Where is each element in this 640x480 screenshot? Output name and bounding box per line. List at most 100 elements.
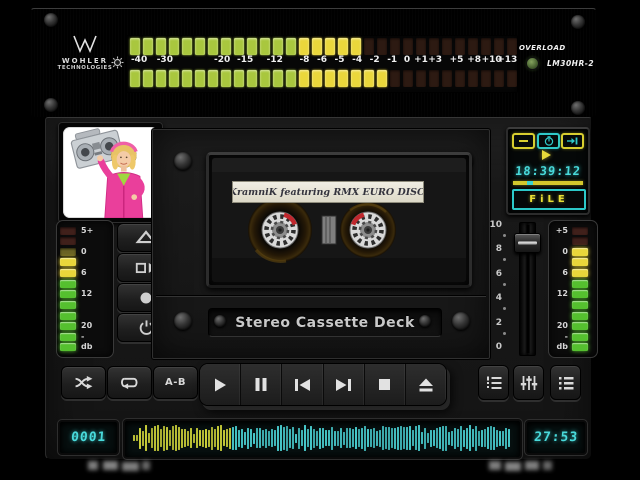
counter-value: 0001: [70, 430, 107, 445]
eject-icon: [418, 378, 433, 391]
pause-button[interactable]: [241, 364, 283, 405]
previous-button[interactable]: [282, 364, 324, 405]
minus-icon: [519, 140, 528, 142]
repeat-icon: [120, 377, 137, 390]
minimize-button[interactable]: [512, 133, 535, 149]
pitch-scale-label: 8: [495, 244, 502, 255]
vu-segment: [247, 70, 257, 87]
meter-row: [552, 311, 594, 320]
vu-segment: [143, 38, 153, 55]
pitch-scale-label: 4: [495, 293, 502, 304]
deck-divider-highlight: [156, 296, 486, 297]
shuffle-button[interactable]: [61, 366, 106, 399]
timer-button[interactable]: [537, 133, 560, 149]
waveform-bar: [175, 425, 177, 451]
reflection: [489, 461, 501, 470]
meter-led: [60, 237, 76, 246]
waveform-bar: [274, 430, 276, 446]
waveform-bar: [139, 427, 141, 449]
equalizer-button[interactable]: [513, 365, 544, 400]
name-plate: Stereo Cassette Deck: [208, 308, 442, 337]
waveform-bar: [253, 432, 255, 444]
waveform-display[interactable]: [123, 419, 522, 459]
meter-label: 12: [81, 289, 93, 299]
waveform-bar: [424, 427, 426, 449]
meter-led: [572, 322, 588, 331]
waveform-bar: [295, 433, 297, 443]
vu-segment: [208, 38, 218, 55]
meter-led: [572, 290, 588, 299]
vu-segment: [182, 38, 192, 55]
meter-led: [60, 290, 76, 299]
waveform-bar: [196, 428, 198, 448]
waveform-bar: [184, 429, 186, 447]
vu-meter: -40 -30 -20 -15 -12 -8 -6 -5 -4 -2 -1 0 +1 +3 +5 +8 +10 +…: [126, 35, 518, 93]
file-button[interactable]: FiLE: [512, 189, 586, 210]
deck-screw: [174, 152, 192, 170]
next-button[interactable]: [323, 364, 365, 405]
stop-button[interactable]: [364, 364, 406, 405]
vu-segment: [208, 70, 218, 87]
vu-segment: [143, 70, 153, 87]
pitch-scale-dot: [503, 282, 506, 286]
waveform-bar: [367, 429, 369, 447]
waveform-bar: [202, 429, 204, 447]
playlist-numbered-button[interactable]: [478, 365, 509, 400]
vu-segment: [273, 70, 283, 87]
skip-to-end-button[interactable]: [561, 133, 584, 149]
meter-row: [60, 311, 110, 320]
deck-screw: [174, 312, 192, 330]
waveform-bar: [292, 427, 294, 449]
vu-scale-label: 0: [403, 55, 411, 65]
clock-progress-bar[interactable]: [513, 181, 583, 185]
ab-repeat-button[interactable]: A-B: [153, 366, 198, 399]
meter-row: [552, 300, 594, 309]
vu-segment: [286, 38, 296, 55]
meter-row: -: [60, 332, 110, 341]
waveform-bar: [289, 428, 291, 448]
waveform-bar: [304, 425, 306, 451]
waveform-bar: [229, 427, 231, 449]
waveform-bar: [466, 427, 468, 449]
meter-label: -: [81, 331, 85, 341]
vu-scale-label: +1: [414, 55, 428, 65]
reflection: [122, 462, 139, 471]
vu-segment: [442, 70, 452, 87]
waveform-bar: [181, 428, 183, 448]
meter-label: 0: [562, 246, 568, 256]
meter-row: [60, 237, 110, 246]
meter-label: 6: [81, 268, 87, 277]
vu-segment: [169, 70, 179, 87]
waveform-bar: [487, 427, 489, 449]
waveform-bar: [226, 429, 228, 447]
cassette-reels: [212, 158, 466, 282]
waveform-bar: [235, 426, 237, 450]
waveform-bar: [262, 430, 264, 446]
vu-segment: [390, 70, 400, 87]
meter-led: [572, 300, 588, 309]
meter-row: +5: [552, 226, 594, 235]
meter-led: [60, 279, 76, 288]
vu-scale-label: -30: [156, 55, 173, 65]
vu-scale: -40 -30 -20 -15 -12 -8 -6 -5 -4 -2 -1 0 +1 +3 +5 +8 +10 +…: [127, 55, 518, 68]
repeat-button[interactable]: [107, 366, 152, 399]
waveform-bar: [343, 431, 345, 445]
meter-row: db: [552, 343, 594, 352]
play-button[interactable]: [200, 364, 242, 405]
vu-scale-label: +13: [497, 55, 518, 65]
vu-scale-label: -40: [130, 55, 148, 65]
vu-segment: [481, 38, 491, 55]
dimmer-sun-icon[interactable]: [111, 56, 124, 69]
eject-button[interactable]: [405, 364, 446, 405]
waveform-bar: [256, 428, 258, 448]
vu-segment: [416, 70, 426, 87]
album-art-image: [63, 127, 158, 218]
waveform-bar: [190, 428, 192, 448]
playlist-button[interactable]: [550, 365, 581, 400]
vu-segment: [429, 38, 439, 55]
meter-row: db: [60, 343, 110, 352]
pitch-slider-handle[interactable]: [514, 233, 541, 254]
vu-segment: [494, 38, 504, 55]
waveform-bar: [448, 431, 450, 445]
waveform-bar: [322, 428, 324, 448]
